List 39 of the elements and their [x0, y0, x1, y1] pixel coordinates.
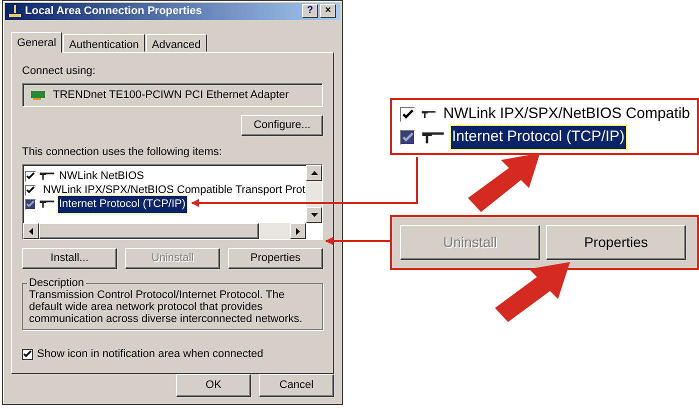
checkbox[interactable]	[25, 198, 36, 210]
network-protocol-icon	[421, 130, 445, 145]
checkbox[interactable]	[25, 170, 36, 182]
left-arrow-icon[interactable]	[29, 228, 33, 234]
tab[interactable]: General	[11, 32, 62, 52]
list-item[interactable]: NWLink IPX/SPX/NetBIOS Compatible Transport Prot	[42, 182, 306, 198]
description-title: Description	[28, 277, 86, 289]
list-item[interactable]: Internet Protocol (TCP/IP)	[58, 196, 187, 212]
network-card-icon	[31, 90, 45, 100]
tab[interactable]: Advanced	[146, 34, 207, 52]
window-title: Local Area Connection Properties	[25, 4, 203, 19]
network-protocol-icon	[39, 171, 55, 182]
ok-button[interactable]: OK	[176, 374, 251, 396]
configure-button[interactable]: Configure...	[241, 114, 323, 136]
network-protocol-icon	[39, 199, 55, 210]
horizontal-scrollbar[interactable]	[23, 223, 306, 239]
checkbox[interactable]	[25, 184, 36, 196]
items-label: This connection uses the following items:	[22, 144, 223, 160]
properties-button[interactable]: Properties	[228, 248, 323, 269]
close-button[interactable]: ×	[320, 4, 336, 18]
network-icon	[8, 5, 22, 18]
list-item[interactable]: NWLink NetBIOS	[58, 168, 145, 184]
install-button[interactable]: Install...	[22, 248, 117, 269]
show-icon-label: Show icon in notification area when connected	[37, 347, 264, 362]
help-button[interactable]: ?	[302, 4, 318, 18]
vertical-scrollbar[interactable]	[306, 165, 322, 223]
adapter-name: TRENDnet TE100-PCIWN PCI Ethernet Adapter	[53, 88, 289, 103]
cancel-button[interactable]: Cancel	[259, 374, 334, 396]
properties-button[interactable]: Properties	[546, 225, 686, 260]
right-arrow-icon[interactable]	[296, 228, 300, 234]
checkbox[interactable]	[22, 348, 33, 360]
checkbox[interactable]	[400, 130, 415, 145]
tab[interactable]: Authentication	[63, 34, 145, 52]
list-item[interactable]: Internet Protocol (TCP/IP)	[451, 126, 626, 149]
description-text: Transmission Control Protocol/Internet Protocol. The default wide area network protocol that provides communication across diverse interconnected networks.	[29, 289, 304, 325]
down-arrow-icon[interactable]	[310, 213, 318, 217]
up-arrow-icon[interactable]	[310, 171, 318, 176]
list-item[interactable]: NWLink IPX/SPX/NetBIOS Compatib	[442, 103, 691, 126]
connect-using-label: Connect using:	[22, 64, 96, 78]
